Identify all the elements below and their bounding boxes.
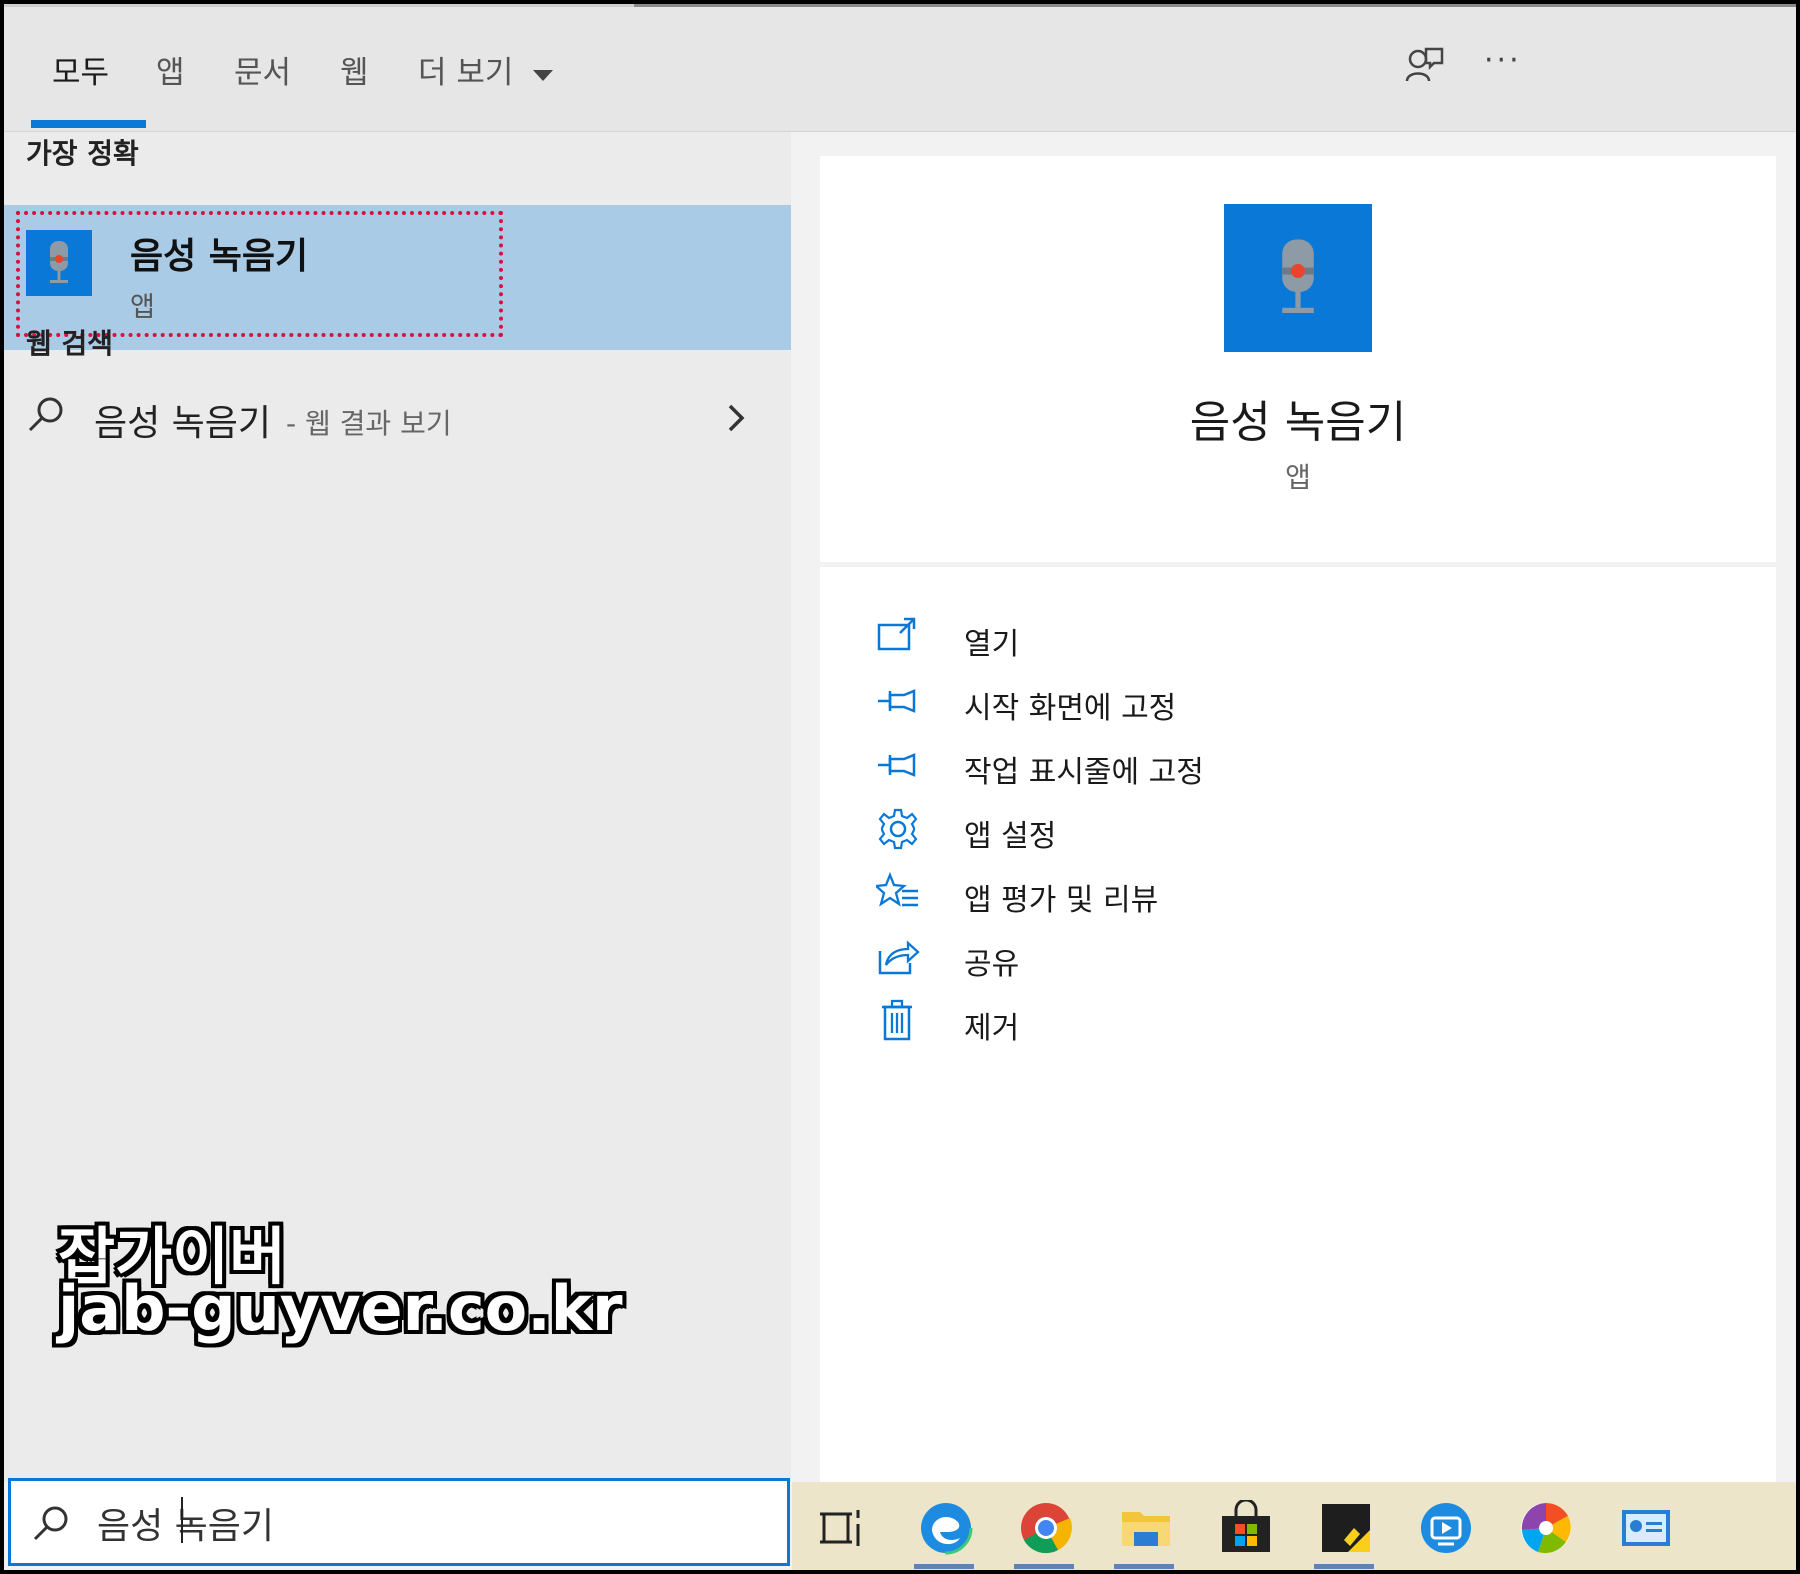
tab-bar: 모두 앱 문서 웹 더 보기 ··· <box>4 7 1796 132</box>
app-detail-header: 음성 녹음기 앱 <box>820 156 1776 562</box>
tab-more-label: 더 보기 <box>418 55 514 91</box>
search-input-value: 음성 녹음기 <box>97 1506 275 1547</box>
open-icon <box>877 617 916 651</box>
web-search-result[interactable]: 음성 녹음기 - 웹 결과 보기 <box>4 382 791 462</box>
best-match-title: 가장 정확 <box>26 137 139 170</box>
sticky-notes-icon[interactable] <box>1318 1500 1374 1556</box>
action-label: 제거 <box>964 1011 1020 1046</box>
app-actions: 열기 시작 화면에 고정 작업 표시줄에 고정 앱 설정 앱 평가 및 리뷰 공… <box>820 567 1776 1482</box>
chrome-icon[interactable] <box>1018 1500 1074 1556</box>
control-panel-icon[interactable] <box>1618 1500 1674 1556</box>
tab-more[interactable]: 더 보기 <box>418 47 555 92</box>
voice-recorder-icon <box>26 230 92 296</box>
caret-down-icon <box>533 69 554 81</box>
action-label: 앱 평가 및 리뷰 <box>964 883 1159 918</box>
share-icon <box>878 940 920 975</box>
action-share[interactable]: 공유 <box>876 931 1476 991</box>
explorer-running-indicator <box>1114 1564 1174 1569</box>
detail-app-type: 앱 <box>1285 461 1311 494</box>
action-label: 앱 설정 <box>964 819 1057 854</box>
search-window: 모두 앱 문서 웹 더 보기 ··· 가장 정확 음성 녹음기 앱 웹 검색 음… <box>4 4 1796 1570</box>
web-search-suffix: - 웹 결과 보기 <box>286 407 452 440</box>
watermark-url: jab-guyver.co.kr <box>58 1272 623 1345</box>
chrome-running-indicator <box>1014 1564 1074 1569</box>
action-pin-taskbar[interactable]: 작업 표시줄에 고정 <box>876 739 1476 799</box>
more-icon[interactable]: ··· <box>1484 43 1522 78</box>
remote-app-icon[interactable] <box>1418 1500 1474 1556</box>
tab-all[interactable]: 모두 <box>52 47 109 92</box>
trash-icon <box>882 999 912 1041</box>
text-caret <box>181 1497 183 1543</box>
detail-app-name: 음성 녹음기 <box>1189 397 1407 448</box>
search-icon <box>26 394 66 438</box>
store-icon[interactable] <box>1218 1500 1274 1556</box>
action-label: 공유 <box>964 947 1020 982</box>
tab-apps[interactable]: 앱 <box>156 47 185 92</box>
web-search-query: 음성 녹음기 <box>94 403 272 444</box>
search-box-icon <box>31 1503 71 1547</box>
pin-icon <box>878 753 916 777</box>
gear-icon <box>878 808 918 850</box>
task-view-icon[interactable] <box>818 1500 874 1556</box>
tab-documents[interactable]: 문서 <box>234 47 291 92</box>
best-match-result[interactable]: 음성 녹음기 앱 <box>4 205 791 350</box>
file-explorer-icon[interactable] <box>1118 1500 1174 1556</box>
taskbar <box>792 1482 1796 1570</box>
action-label: 열기 <box>964 627 1020 662</box>
edge-running-indicator <box>914 1564 974 1569</box>
pin-icon <box>878 689 916 713</box>
voice-recorder-large-icon <box>1224 204 1372 352</box>
tab-web[interactable]: 웹 <box>340 47 369 92</box>
photos-app-icon[interactable] <box>1518 1500 1574 1556</box>
sticky-running-indicator <box>1314 1564 1374 1569</box>
action-label: 시작 화면에 고정 <box>964 691 1177 726</box>
action-pin-start[interactable]: 시작 화면에 고정 <box>876 675 1476 735</box>
search-input[interactable]: 음성 녹음기 <box>8 1478 790 1566</box>
action-uninstall[interactable]: 제거 <box>876 995 1476 1055</box>
edge-icon[interactable] <box>918 1500 974 1556</box>
action-label: 작업 표시줄에 고정 <box>964 755 1204 790</box>
action-app-settings[interactable]: 앱 설정 <box>876 803 1476 863</box>
best-match-app-name: 음성 녹음기 <box>130 236 309 277</box>
star-list-icon <box>876 871 918 907</box>
web-search-title: 웹 검색 <box>26 327 114 360</box>
action-rate-review[interactable]: 앱 평가 및 리뷰 <box>876 867 1476 927</box>
best-match-app-type: 앱 <box>130 292 155 323</box>
feedback-icon[interactable] <box>1404 45 1444 89</box>
action-open[interactable]: 열기 <box>876 611 1476 671</box>
chevron-right-icon[interactable] <box>724 400 748 440</box>
active-tab-indicator <box>31 120 146 128</box>
